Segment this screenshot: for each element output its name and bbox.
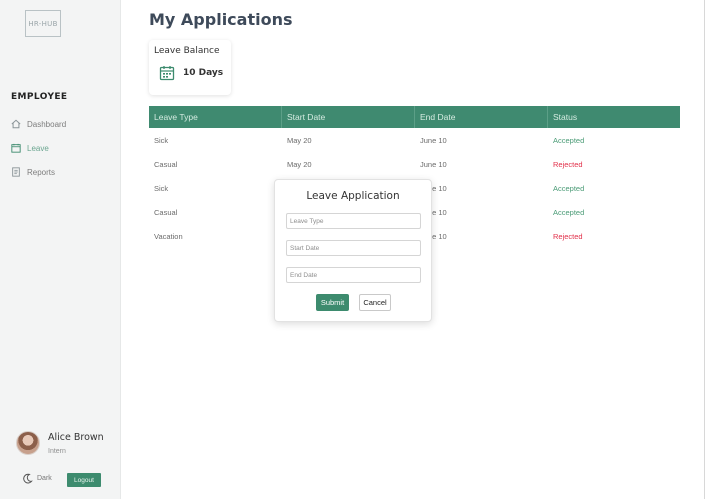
column-header[interactable]: Status bbox=[548, 106, 680, 128]
cell-leave-type: Sick bbox=[154, 183, 169, 193]
submit-button[interactable]: Submit bbox=[316, 294, 349, 311]
document-icon bbox=[11, 167, 21, 177]
leave-balance-card: Leave Balance 10 Days bbox=[149, 40, 231, 95]
cell-end-date: June 10 bbox=[420, 231, 447, 241]
cell-leave-type: Sick bbox=[154, 135, 169, 145]
logout-button[interactable]: Logout bbox=[67, 473, 101, 487]
page-title: My Applications bbox=[149, 10, 293, 29]
leave-application-modal: Leave Application Submit Cancel bbox=[274, 179, 432, 322]
calendar-icon bbox=[11, 143, 21, 153]
leave-balance-value: 10 Days bbox=[183, 68, 224, 78]
sidebar-item-label: Dashboard bbox=[27, 119, 67, 129]
status-badge: Rejected bbox=[553, 231, 583, 241]
cell-end-date: June 10 bbox=[420, 183, 447, 193]
sidebar-nav: Dashboard Leave Reports bbox=[11, 112, 115, 184]
moon-icon bbox=[22, 473, 33, 484]
cell-start-date: May 20 bbox=[287, 159, 312, 169]
profile-role: Intern bbox=[48, 447, 66, 455]
cell-end-date: June 10 bbox=[420, 159, 447, 169]
profile-text: Alice Brown Intern bbox=[48, 432, 104, 455]
sidebar-heading: EMPLOYEE bbox=[11, 92, 68, 102]
end-date-input[interactable] bbox=[286, 267, 421, 283]
column-header[interactable]: End Date bbox=[415, 106, 548, 128]
table-row[interactable]: Casual May 20 June 10 Rejected bbox=[149, 152, 680, 176]
status-badge: Accepted bbox=[553, 207, 585, 217]
profile-name: Alice Brown bbox=[48, 431, 104, 443]
cell-end-date: June 10 bbox=[420, 135, 447, 145]
cell-end-date: June 10 bbox=[420, 207, 447, 217]
table-row[interactable]: Sick May 20 June 10 Accepted bbox=[149, 128, 680, 152]
theme-toggle-label: Dark bbox=[37, 475, 52, 482]
sidebar-item-label: Reports bbox=[27, 167, 56, 177]
status-badge: Rejected bbox=[553, 159, 583, 169]
cancel-button[interactable]: Cancel bbox=[359, 294, 391, 311]
leave-balance-title: Leave Balance bbox=[154, 46, 220, 56]
column-header[interactable]: Start Date bbox=[282, 106, 415, 128]
logo[interactable]: HR-HUB bbox=[25, 10, 61, 37]
sidebar-item-leave[interactable]: Leave bbox=[11, 136, 115, 160]
leave-type-input[interactable] bbox=[286, 213, 421, 229]
avatar bbox=[16, 431, 40, 455]
status-badge: Accepted bbox=[553, 183, 585, 193]
sidebar-item-label: Leave bbox=[27, 143, 49, 153]
modal-title: Leave Application bbox=[306, 190, 400, 202]
user-profile[interactable]: Alice Brown Intern bbox=[16, 431, 104, 455]
leave-balance-row: 10 Days bbox=[154, 65, 226, 81]
start-date-input[interactable] bbox=[286, 240, 421, 256]
cell-leave-type: Casual bbox=[154, 159, 178, 169]
sidebar: HR-HUB EMPLOYEE Dashboard Leave Reports … bbox=[0, 0, 121, 499]
home-icon bbox=[11, 119, 21, 129]
calendar-icon bbox=[159, 65, 175, 81]
cell-start-date: May 20 bbox=[287, 135, 312, 145]
status-badge: Accepted bbox=[553, 135, 585, 145]
table-header: Leave Type Start Date End Date Status bbox=[149, 106, 680, 128]
sidebar-item-dashboard[interactable]: Dashboard bbox=[11, 112, 115, 136]
cell-leave-type: Vacation bbox=[154, 231, 183, 241]
column-header[interactable]: Leave Type bbox=[149, 106, 282, 128]
cell-leave-type: Casual bbox=[154, 207, 178, 217]
sidebar-item-reports[interactable]: Reports bbox=[11, 160, 115, 184]
theme-toggle[interactable]: Dark bbox=[22, 473, 52, 484]
